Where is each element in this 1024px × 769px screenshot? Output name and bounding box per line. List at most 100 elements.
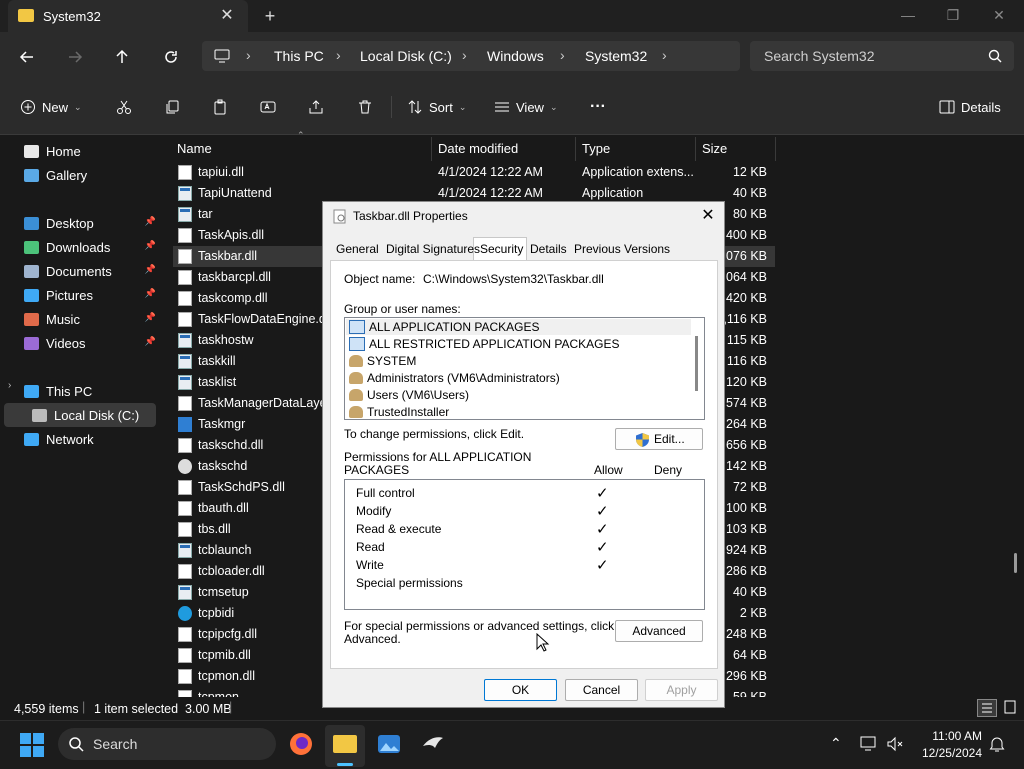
chevron-up-icon[interactable]: ⌃ — [830, 735, 842, 752]
list-item[interactable]: SYSTEM — [349, 353, 416, 369]
table-row[interactable]: tapiui.dll 4/1/2024 12:22 AM Application e… — [173, 162, 775, 183]
up-button[interactable] — [108, 44, 136, 70]
edge-file-icon — [178, 606, 192, 621]
sidebar-item-music[interactable]: Music 📌 — [24, 308, 156, 330]
list-item[interactable]: Users (VM6\Users) — [349, 387, 469, 403]
cell-size: 80 KB — [732, 207, 767, 221]
list-item[interactable]: TrustedInstaller — [349, 404, 449, 419]
list-item[interactable]: Administrators (VM6\Administrators) — [349, 370, 560, 386]
search-icon — [69, 737, 84, 752]
minimize-button[interactable]: — — [885, 0, 931, 32]
app-file-icon — [178, 207, 192, 222]
breadcrumb-this-pc[interactable]: This PC — [274, 48, 324, 64]
tab-digital-signatures[interactable]: Digital Signatures — [386, 242, 480, 256]
taskbar-search[interactable]: Search — [58, 728, 276, 760]
start-button[interactable] — [20, 733, 44, 757]
ok-button[interactable]: OK — [484, 679, 557, 701]
notifications-bell-icon[interactable] — [988, 735, 1006, 753]
cell-name: tbs.dll — [198, 522, 231, 536]
cell-name: taskhostw — [198, 333, 254, 347]
search-box[interactable]: Search System32 — [750, 41, 1014, 71]
list-item[interactable]: ALL APPLICATION PACKAGES — [349, 319, 540, 335]
sidebar-item-home[interactable]: Home — [24, 140, 154, 162]
list-scrollbar[interactable] — [695, 336, 698, 391]
cut-button[interactable] — [116, 96, 132, 118]
clock-date[interactable]: 12/25/2024 — [915, 746, 982, 760]
sidebar-item-videos[interactable]: Videos 📌 — [24, 332, 156, 354]
app-taskbar-button[interactable] — [421, 732, 445, 756]
tab-title: System32 — [43, 9, 101, 24]
sidebar-item-local-disk-c[interactable]: Local Disk (C:) — [32, 404, 162, 426]
volume-icon[interactable] — [886, 735, 904, 753]
cell-name: taskkill — [198, 354, 236, 368]
advanced-button[interactable]: Advanced — [615, 620, 703, 642]
list-scrollbar[interactable] — [1014, 553, 1017, 573]
dialog-close-icon[interactable]: ✕ — [698, 206, 718, 226]
clock-time[interactable]: 11:00 AM — [920, 729, 982, 743]
details-pane-button[interactable]: Details — [939, 96, 1001, 118]
clipboard-icon — [214, 99, 226, 115]
group-user-list[interactable]: ALL APPLICATION PACKAGES ALL RESTRICTED A… — [344, 317, 705, 420]
cell-size: 59 KB — [732, 690, 767, 697]
allow-checkmark-icon: ✓ — [596, 557, 609, 574]
app-file-icon — [178, 585, 192, 600]
cell-name: tcpmib.dll — [198, 648, 251, 662]
dll-file-icon — [178, 669, 192, 684]
address-bar[interactable]: › This PC › Local Disk (C:) › Windows › … — [202, 41, 740, 71]
new-tab-button[interactable]: + — [259, 5, 281, 27]
tab-details[interactable]: Details — [530, 242, 567, 256]
sidebar-item-gallery[interactable]: Gallery — [24, 164, 154, 186]
copy-button[interactable] — [164, 96, 180, 118]
refresh-button[interactable] — [157, 44, 185, 70]
sidebar-item-desktop[interactable]: Desktop 📌 — [24, 212, 156, 234]
share-button[interactable] — [308, 96, 324, 118]
cell-name: tcpmon... — [198, 690, 250, 697]
cancel-button[interactable]: Cancel — [565, 679, 638, 701]
cell-name: TaskFlowDataEngine.dll — [198, 312, 332, 326]
breadcrumb-windows[interactable]: Windows — [487, 48, 544, 64]
list-item[interactable]: ALL RESTRICTED APPLICATION PACKAGES — [349, 336, 620, 352]
cell-name: Taskmgr — [198, 417, 246, 431]
tab-previous-versions[interactable]: Previous Versions — [574, 242, 670, 256]
clock-file-icon — [178, 459, 192, 474]
back-button[interactable] — [13, 44, 41, 70]
expand-chevron-icon[interactable]: › — [8, 380, 11, 391]
column-type[interactable]: Type — [582, 141, 610, 156]
drive-icon — [32, 408, 47, 422]
allow-column-header: Allow — [594, 463, 623, 477]
more-options-button[interactable]: ··· — [590, 96, 606, 118]
maximize-button[interactable]: ❐ — [930, 0, 976, 32]
close-window-button[interactable]: ✕ — [976, 0, 1022, 32]
photos-taskbar-button[interactable] — [377, 732, 401, 756]
explorer-taskbar-button[interactable] — [325, 725, 365, 767]
paste-button[interactable] — [212, 96, 228, 118]
sidebar-item-label: This PC — [46, 383, 93, 399]
cell-name: tcblaunch — [198, 543, 252, 557]
sidebar-item-downloads[interactable]: Downloads 📌 — [24, 236, 156, 258]
sidebar-item-this-pc[interactable]: This PC — [24, 380, 154, 402]
breadcrumb-system32[interactable]: System32 — [585, 48, 647, 64]
breadcrumb-local-disk[interactable]: Local Disk (C:) — [360, 48, 452, 64]
apply-button[interactable]: Apply — [645, 679, 718, 701]
firefox-taskbar-button[interactable] — [289, 732, 313, 756]
sidebar-item-documents[interactable]: Documents 📌 — [24, 260, 156, 282]
sort-button[interactable]: Sort ⌄ — [407, 96, 466, 118]
column-name[interactable]: Name — [177, 141, 212, 156]
delete-button[interactable] — [357, 96, 373, 118]
new-button[interactable]: New ⌄ — [20, 96, 82, 118]
edit-button[interactable]: Edit... — [615, 428, 703, 450]
forward-button[interactable] — [61, 44, 89, 70]
rename-button[interactable] — [260, 96, 276, 118]
network-tray-icon[interactable] — [860, 735, 878, 753]
sidebar-item-network[interactable]: Network — [24, 428, 154, 450]
tiles-view-toggle[interactable] — [1001, 699, 1021, 717]
column-size[interactable]: Size — [702, 141, 727, 156]
sidebar-item-pictures[interactable]: Pictures 📌 — [24, 284, 156, 306]
column-date-modified[interactable]: Date modified — [438, 141, 518, 156]
tab-security[interactable]: Security — [480, 242, 523, 256]
close-tab-icon[interactable]: ✕ — [216, 5, 238, 27]
details-view-toggle[interactable] — [977, 699, 997, 717]
tab-general[interactable]: General — [336, 242, 379, 256]
view-button[interactable]: View ⌄ — [494, 96, 558, 118]
cell-name: tar — [198, 207, 213, 221]
